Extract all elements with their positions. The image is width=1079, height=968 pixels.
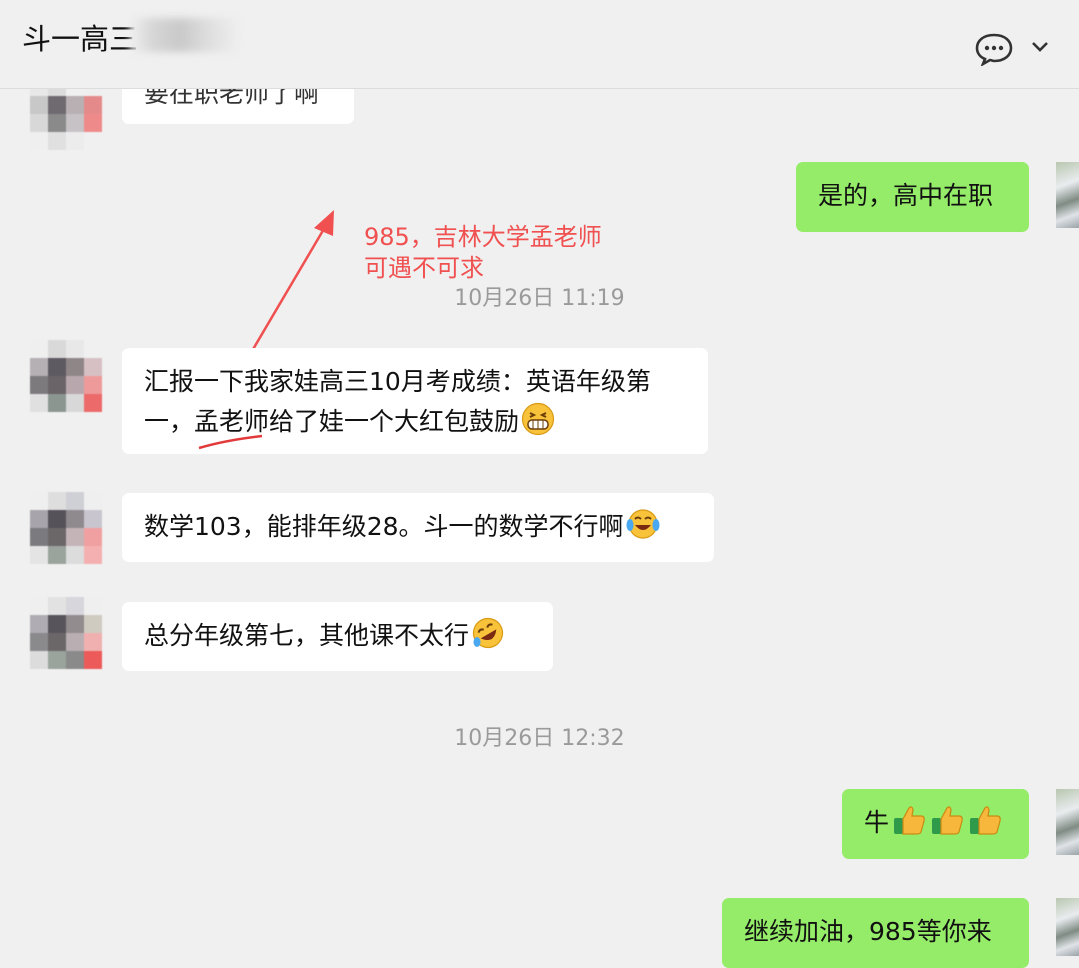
chevron-down-icon[interactable]: [1030, 40, 1050, 54]
avatar-mosaic-cell: [48, 546, 66, 564]
avatar-mosaic-cell: [48, 132, 66, 150]
avatar-mosaic-cell: [30, 132, 48, 150]
avatar-mosaic-cell: [30, 340, 48, 358]
avatar-mosaic-cell: [84, 340, 102, 358]
contact-avatar[interactable]: [30, 492, 102, 564]
chat-bubble-icon[interactable]: [974, 32, 1014, 66]
avatar-mosaic-cell: [84, 546, 102, 564]
avatar-mosaic-cell: [48, 615, 66, 633]
avatar-mosaic-cell: [66, 394, 84, 412]
message-text: 是的，高中在职: [818, 181, 994, 210]
avatar-mosaic-cell: [66, 376, 84, 394]
title-redaction-blur: [130, 18, 242, 52]
avatar-mosaic-cell: [30, 394, 48, 412]
avatar-mosaic-cell: [84, 597, 102, 615]
self-avatar[interactable]: [1056, 789, 1079, 855]
avatar-mosaic-cell: [66, 492, 84, 510]
avatar-mosaic-cell: [48, 651, 66, 669]
avatar-mosaic-cell: [66, 340, 84, 358]
avatar-mosaic-cell: [84, 376, 102, 394]
avatar-mosaic-cell: [48, 96, 66, 114]
avatar-mosaic-cell: [30, 510, 48, 528]
avatar-mosaic-cell: [84, 96, 102, 114]
message-text: 汇报一下我家娃高三10月考成绩：英语年级第: [144, 367, 651, 396]
avatar-mosaic-cell: [66, 546, 84, 564]
chat-header: 斗一高三: [0, 0, 1079, 89]
avatar-mosaic-cell: [84, 633, 102, 651]
thumbs-up-emoji-group: [889, 806, 1003, 837]
avatar-mosaic-cell: [48, 340, 66, 358]
grin-emoji: [521, 402, 555, 436]
annotation-line: 985，吉林大学孟老师: [364, 223, 602, 251]
avatar-mosaic-cell: [48, 510, 66, 528]
contact-avatar[interactable]: [30, 340, 102, 412]
annotation-underline: [198, 434, 263, 450]
avatar-mosaic-cell: [48, 597, 66, 615]
self-avatar[interactable]: [1056, 898, 1079, 956]
avatar-mosaic-cell: [30, 633, 48, 651]
avatar-mosaic-cell: [66, 597, 84, 615]
avatar-mosaic-cell: [84, 528, 102, 546]
annotation-text: 985，吉林大学孟老师 可遇不可求: [364, 222, 602, 284]
avatar-mosaic-cell: [66, 358, 84, 376]
message-text: 牛: [864, 808, 890, 837]
avatar-mosaic-cell: [84, 358, 102, 376]
avatar-mosaic-cell: [66, 528, 84, 546]
avatar-mosaic-cell: [84, 132, 102, 150]
avatar-mosaic-cell: [84, 394, 102, 412]
rolling-laughing-emoji: [472, 617, 504, 649]
message-text: 总分年级第七，其他课不太行: [144, 621, 470, 650]
avatar-mosaic-cell: [66, 633, 84, 651]
avatar-mosaic-cell: [66, 615, 84, 633]
message-bubble-outgoing[interactable]: 牛: [842, 789, 1029, 859]
avatar-mosaic-cell: [48, 114, 66, 132]
message-bubble-outgoing[interactable]: 继续加油，985等你来: [722, 898, 1029, 968]
avatar-mosaic-cell: [66, 510, 84, 528]
message-bubble-outgoing[interactable]: 是的，高中在职: [796, 162, 1029, 232]
avatar-mosaic-cell: [30, 96, 48, 114]
avatar-mosaic-cell: [30, 651, 48, 669]
tears-of-joy-emoji: [626, 509, 660, 539]
avatar-mosaic-cell: [48, 394, 66, 412]
message-bubble-incoming[interactable]: 总分年级第七，其他课不太行: [122, 602, 553, 671]
avatar-mosaic-cell: [66, 96, 84, 114]
thumbs-up-emoji: [894, 806, 925, 835]
thumbs-up-emoji: [932, 806, 963, 835]
avatar-mosaic-cell: [84, 651, 102, 669]
avatar-mosaic-cell: [30, 492, 48, 510]
avatar-mosaic-cell: [30, 546, 48, 564]
avatar-mosaic-cell: [84, 114, 102, 132]
thumbs-up-emoji: [970, 806, 1001, 835]
self-avatar[interactable]: [1056, 162, 1079, 228]
avatar-mosaic-cell: [30, 358, 48, 376]
avatar-mosaic-cell: [84, 510, 102, 528]
avatar-mosaic-cell: [48, 492, 66, 510]
avatar-mosaic-cell: [48, 358, 66, 376]
avatar-mosaic-cell: [66, 114, 84, 132]
message-text: 继续加油，985等你来: [744, 917, 992, 946]
avatar-mosaic-cell: [66, 132, 84, 150]
avatar-mosaic-cell: [30, 114, 48, 132]
avatar-mosaic-cell: [30, 597, 48, 615]
message-text: 数学103，能排年级28。斗一的数学不行啊: [144, 512, 624, 541]
avatar-mosaic-cell: [48, 633, 66, 651]
message-bubble-incoming[interactable]: 数学103，能排年级28。斗一的数学不行啊: [122, 493, 714, 562]
avatar-mosaic-cell: [48, 528, 66, 546]
avatar-mosaic-cell: [30, 528, 48, 546]
contact-avatar[interactable]: [30, 597, 102, 669]
message-timestamp: 10月26日 11:19: [454, 286, 625, 311]
avatar-mosaic-cell: [30, 615, 48, 633]
message-timestamp: 10月26日 12:32: [454, 726, 625, 751]
avatar-mosaic-cell: [30, 376, 48, 394]
avatar-mosaic-cell: [66, 651, 84, 669]
avatar-mosaic-cell: [84, 615, 102, 633]
avatar-mosaic-cell: [84, 492, 102, 510]
chat-title: 斗一高三: [22, 22, 139, 56]
avatar-mosaic-cell: [48, 376, 66, 394]
